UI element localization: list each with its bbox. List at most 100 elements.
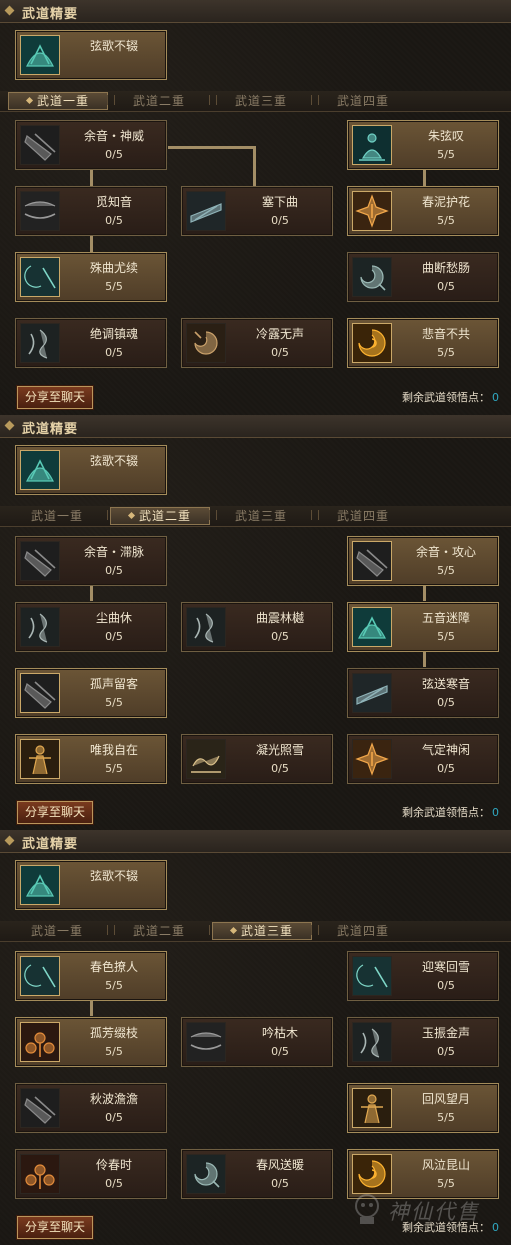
meditation-skill-icon bbox=[352, 125, 392, 165]
tier-tabs: 武道一重 武道二重 武道三重 武道四重 bbox=[0, 91, 511, 112]
skill-card[interactable]: 弦送寒音 0/5 bbox=[347, 668, 499, 718]
skill-card[interactable]: 五音迷障 5/5 bbox=[347, 602, 499, 652]
skill-name: 凝光照雪 bbox=[255, 743, 304, 757]
skill-level: 0/5 bbox=[437, 979, 455, 992]
skill-level: 0/5 bbox=[271, 762, 289, 775]
skill-card[interactable]: 冷露无声 0/5 bbox=[181, 318, 333, 368]
points-value: 0 bbox=[492, 391, 499, 404]
skill-connector bbox=[90, 234, 93, 252]
skill-card[interactable]: 气定神闲 0/5 bbox=[347, 734, 499, 784]
remaining-points: 剩余武道领悟点： 0 bbox=[402, 804, 499, 820]
skill-card[interactable]: 回风望月 5/5 bbox=[347, 1083, 499, 1133]
skill-card[interactable]: 塞下曲 0/5 bbox=[181, 186, 333, 236]
tab-label: 武道一重 bbox=[30, 509, 83, 523]
tab-label: 武道一重 bbox=[30, 924, 83, 938]
skill-card[interactable]: 余音・神威 0/5 bbox=[15, 120, 167, 170]
skill-card[interactable]: 尘曲休 0/5 bbox=[15, 602, 167, 652]
skill-card[interactable]: 悲音不共 5/5 bbox=[347, 318, 499, 368]
skill-card[interactable]: 春色撩人 5/5 bbox=[15, 951, 167, 1001]
skill-card[interactable]: 秋波澹澹 0/5 bbox=[15, 1083, 167, 1133]
skill-name: 风泣昆山 bbox=[421, 1158, 470, 1172]
scroll-skill-icon bbox=[20, 1088, 60, 1128]
skill-card[interactable]: 吟枯木 0/5 bbox=[181, 1017, 333, 1067]
top-skill-card[interactable]: 弦歌不辍 bbox=[15, 860, 167, 910]
golden-swirl-skill-icon bbox=[352, 1154, 392, 1194]
skill-name: 弦歌不辍 bbox=[89, 39, 138, 53]
tab-tier-4[interactable]: 武道四重 bbox=[314, 92, 412, 110]
skill-name: 朱弦叹 bbox=[427, 129, 464, 143]
skill-name: 塞下曲 bbox=[261, 195, 298, 209]
moon-scroll-skill-icon bbox=[352, 956, 392, 996]
tab-tier-1[interactable]: 武道一重 bbox=[8, 507, 106, 525]
skill-name: 曲断愁肠 bbox=[421, 261, 470, 275]
skill-level: 5/5 bbox=[437, 1111, 455, 1124]
skill-card[interactable]: 玉振金声 0/5 bbox=[347, 1017, 499, 1067]
moon-scroll-skill-icon bbox=[20, 257, 60, 297]
skill-name: 春泥护花 bbox=[421, 195, 470, 209]
tab-tier-2[interactable]: 武道二重 bbox=[110, 922, 208, 940]
skill-name: 余音・滞脉 bbox=[83, 545, 144, 559]
skill-card[interactable]: 孤芳缀枝 5/5 bbox=[15, 1017, 167, 1067]
skill-card[interactable]: 春风送暖 0/5 bbox=[181, 1149, 333, 1199]
tab-tier-1[interactable]: 武道一重 bbox=[8, 922, 106, 940]
skill-card[interactable]: 绝调镇魂 0/5 bbox=[15, 318, 167, 368]
skill-name: 春风送暖 bbox=[255, 1158, 304, 1172]
share-to-chat-button[interactable]: 分享至聊天 bbox=[17, 386, 93, 409]
skill-level: 0/5 bbox=[437, 280, 455, 293]
skill-level: 0/5 bbox=[271, 214, 289, 227]
skill-card[interactable]: 春泥护花 5/5 bbox=[347, 186, 499, 236]
tab-tier-3[interactable]: 武道三重 bbox=[212, 92, 310, 110]
tier-tabs: 武道一重 武道二重 武道三重 武道四重 bbox=[0, 506, 511, 527]
spirit-skill-icon bbox=[20, 323, 60, 363]
skill-level: 5/5 bbox=[437, 1177, 455, 1190]
skill-level: 5/5 bbox=[105, 696, 123, 709]
skill-card[interactable]: 唯我自在 5/5 bbox=[15, 734, 167, 784]
moon-scroll-skill-icon bbox=[20, 956, 60, 996]
skill-card[interactable]: 觅知音 0/5 bbox=[15, 186, 167, 236]
tab-tier-1[interactable]: 武道一重 bbox=[8, 92, 108, 110]
scroll-skill-icon bbox=[20, 673, 60, 713]
skill-name: 孤芳缀枝 bbox=[89, 1026, 138, 1040]
active-tab-diamond-icon bbox=[229, 926, 238, 935]
skill-level: 0/5 bbox=[437, 696, 455, 709]
watermark-mascot-icon bbox=[355, 1194, 379, 1224]
golden-swirl-skill-icon bbox=[352, 323, 392, 363]
fire-burst-skill-icon bbox=[352, 191, 392, 231]
tab-tier-3[interactable]: 武道三重 bbox=[212, 507, 310, 525]
skill-card[interactable]: 余音・攻心 5/5 bbox=[347, 536, 499, 586]
flower-skill-icon bbox=[20, 1022, 60, 1062]
skill-card[interactable]: 朱弦叹 5/5 bbox=[347, 120, 499, 170]
share-to-chat-button[interactable]: 分享至聊天 bbox=[17, 801, 93, 824]
share-to-chat-button[interactable]: 分享至聊天 bbox=[17, 1216, 93, 1239]
skill-card[interactable]: 伶春时 0/5 bbox=[15, 1149, 167, 1199]
skill-card[interactable]: 殊曲尤续 5/5 bbox=[15, 252, 167, 302]
skill-name: 余音・神威 bbox=[83, 129, 144, 143]
tab-tier-2[interactable]: 武道二重 bbox=[110, 507, 210, 525]
skill-card[interactable]: 曲震林樾 0/5 bbox=[181, 602, 333, 652]
skill-level: 0/5 bbox=[437, 762, 455, 775]
skill-name: 弦歌不辍 bbox=[89, 454, 138, 468]
tier-tabs: 武道一重 武道二重 武道三重 武道四重 bbox=[0, 921, 511, 942]
skill-name: 迎寒回雪 bbox=[421, 960, 470, 974]
skill-card[interactable]: 迎寒回雪 0/5 bbox=[347, 951, 499, 1001]
top-skill-card[interactable]: 弦歌不辍 bbox=[15, 30, 167, 80]
top-skill-card[interactable]: 弦歌不辍 bbox=[15, 445, 167, 495]
skill-panel: 武道精要 弦歌不辍 武道一重 武道二重 武道三重 武道四重 余音・滞脉 0/5 余音・… bbox=[0, 415, 511, 830]
tab-tier-4[interactable]: 武道四重 bbox=[314, 922, 412, 940]
skill-card[interactable]: 余音・滞脉 0/5 bbox=[15, 536, 167, 586]
skill-card[interactable]: 凝光照雪 0/5 bbox=[181, 734, 333, 784]
tab-tier-2[interactable]: 武道二重 bbox=[110, 92, 208, 110]
tab-tier-4[interactable]: 武道四重 bbox=[314, 507, 412, 525]
active-tab-diamond-icon bbox=[25, 96, 34, 105]
skill-card[interactable]: 孤声留客 5/5 bbox=[15, 668, 167, 718]
skill-level: 0/5 bbox=[271, 630, 289, 643]
tab-label: 武道三重 bbox=[234, 94, 287, 108]
tab-tier-3[interactable]: 武道三重 bbox=[212, 922, 312, 940]
spirit-skill-icon bbox=[186, 607, 226, 647]
tab-label: 武道二重 bbox=[132, 94, 185, 108]
teal-fan-skill-icon bbox=[20, 450, 60, 490]
whirl-skill-icon bbox=[352, 257, 392, 297]
skill-card[interactable]: 曲断愁肠 0/5 bbox=[347, 252, 499, 302]
spirit-skill-icon bbox=[20, 607, 60, 647]
panel-title: 武道精要 bbox=[22, 837, 79, 852]
